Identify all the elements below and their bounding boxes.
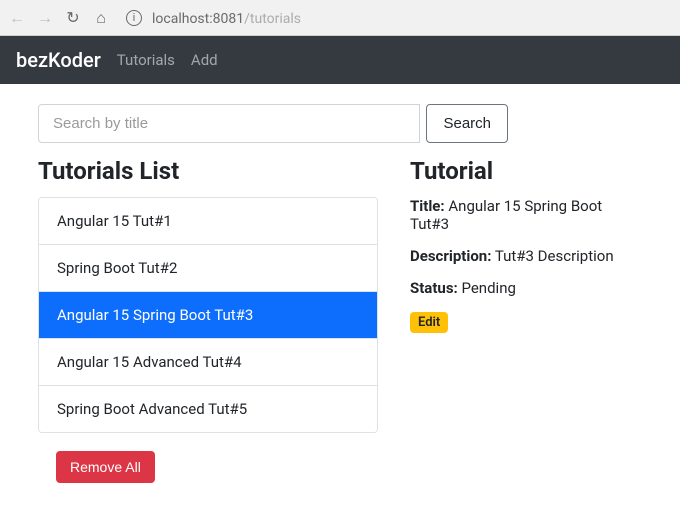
main-container: Search Tutorials List Angular 15 Tut#1Sp… <box>0 84 680 503</box>
info-icon[interactable]: i <box>126 10 142 26</box>
tutorials-column: Tutorials List Angular 15 Tut#1Spring Bo… <box>38 157 378 483</box>
reload-icon[interactable]: ↻ <box>64 8 82 27</box>
edit-button[interactable]: Edit <box>410 312 448 333</box>
nav-link-tutorials[interactable]: Tutorials <box>117 51 175 69</box>
url-path: /tutorials <box>244 11 301 27</box>
list-item[interactable]: Spring Boot Advanced Tut#5 <box>39 386 377 432</box>
detail-heading: Tutorial <box>410 157 642 185</box>
list-item[interactable]: Spring Boot Tut#2 <box>39 245 377 292</box>
forward-icon[interactable]: → <box>36 8 54 28</box>
detail-status-value: Pending <box>461 279 515 297</box>
search-button[interactable]: Search <box>426 104 508 143</box>
list-heading: Tutorials List <box>38 157 378 185</box>
home-icon[interactable]: ⌂ <box>92 8 110 28</box>
browser-toolbar: ← → ↻ ⌂ i localhost:8081/tutorials <box>0 0 680 36</box>
detail-status-row: Status: Pending <box>410 279 642 297</box>
remove-all-button[interactable]: Remove All <box>56 451 155 483</box>
detail-status-label: Status: <box>410 279 458 297</box>
url-display[interactable]: localhost:8081/tutorials <box>152 8 301 27</box>
url-port: 8081 <box>213 11 244 27</box>
detail-title-row: Title: Angular 15 Spring Boot Tut#3 <box>410 197 642 233</box>
search-row: Search <box>38 104 508 143</box>
detail-desc-label: Description: <box>410 247 491 265</box>
app-navbar: bezKoder Tutorials Add <box>0 36 680 84</box>
list-item[interactable]: Angular 15 Advanced Tut#4 <box>39 339 377 386</box>
tutorials-list: Angular 15 Tut#1Spring Boot Tut#2Angular… <box>38 197 378 433</box>
detail-title-label: Title: <box>410 197 445 215</box>
url-host: localhost: <box>152 11 213 27</box>
back-icon[interactable]: ← <box>8 8 26 28</box>
list-item[interactable]: Angular 15 Spring Boot Tut#3 <box>39 292 377 339</box>
brand[interactable]: bezKoder <box>16 48 101 72</box>
nav-link-add[interactable]: Add <box>191 51 218 69</box>
detail-column: Tutorial Title: Angular 15 Spring Boot T… <box>410 157 642 483</box>
detail-desc-value: Tut#3 Description <box>495 247 614 265</box>
detail-desc-row: Description: Tut#3 Description <box>410 247 642 265</box>
search-input[interactable] <box>38 104 420 143</box>
list-item[interactable]: Angular 15 Tut#1 <box>39 198 377 245</box>
